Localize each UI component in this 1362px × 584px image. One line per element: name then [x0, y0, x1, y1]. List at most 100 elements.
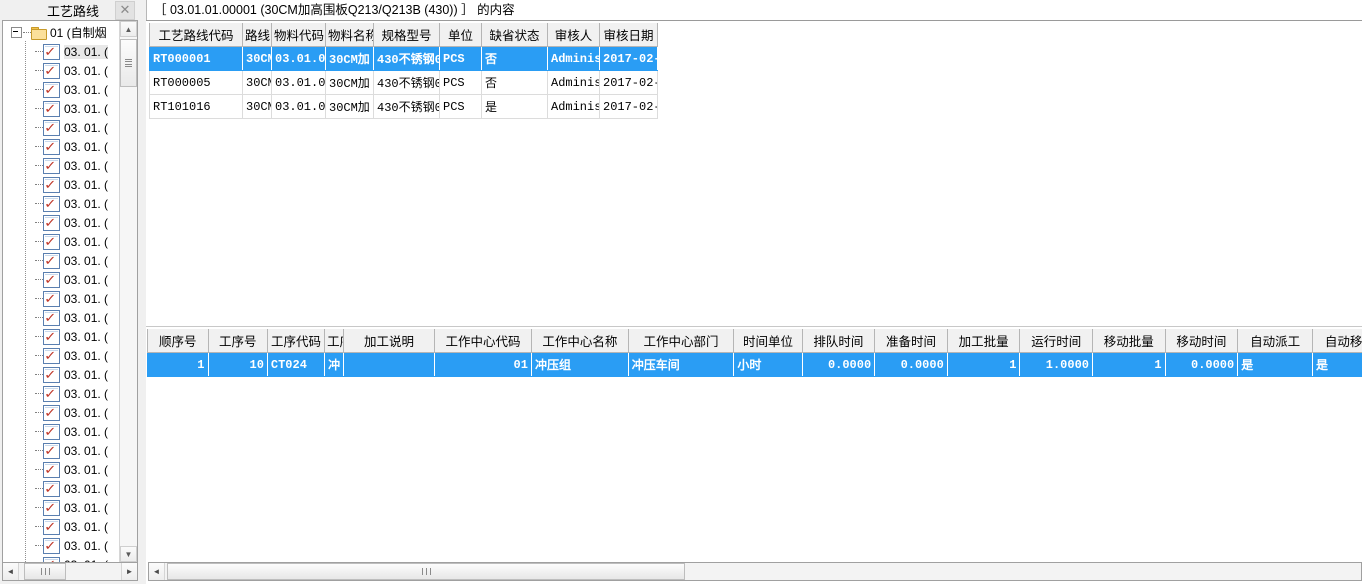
column-header[interactable]: 移动时间	[1164, 329, 1239, 353]
table-cell[interactable]: 冲压组	[530, 352, 629, 377]
scroll-right-arrow-icon[interactable]: ►	[121, 563, 137, 580]
tree-item[interactable]: ✓03. 01. (	[3, 460, 120, 479]
table-cell[interactable]: CT024	[266, 352, 326, 377]
column-header[interactable]: 工序	[324, 329, 344, 353]
tree-item[interactable]: ✓03. 01. (	[3, 327, 120, 346]
expander-collapse-icon[interactable]	[11, 27, 22, 38]
table-cell[interactable]: PCS	[439, 94, 482, 119]
table-cell[interactable]: 03.01.01	[271, 94, 326, 119]
table-cell[interactable]: 430不锈钢0	[373, 46, 440, 71]
tree-item[interactable]: ✓03. 01. (	[3, 365, 120, 384]
table-cell[interactable]: RT101016	[149, 94, 243, 119]
column-header[interactable]: 审核日期	[599, 23, 658, 47]
table-cell[interactable]: 1	[147, 352, 209, 377]
table-cell[interactable]: 03.01.01	[271, 70, 326, 95]
table-cell[interactable]	[342, 352, 436, 377]
column-header[interactable]: 工作中心名称	[530, 329, 629, 353]
tree-item[interactable]: ✓03. 01. (	[3, 289, 120, 308]
column-header[interactable]: 路线	[242, 23, 272, 47]
column-header[interactable]: 物料代码	[271, 23, 326, 47]
column-header[interactable]: 加工批量	[946, 329, 1021, 353]
table-cell[interactable]: 03.01.0	[271, 46, 326, 71]
table-cell[interactable]: 冲	[324, 352, 344, 377]
operations-hscroll-track[interactable]	[685, 563, 1361, 580]
close-icon[interactable]: ✕	[115, 1, 135, 20]
table-cell[interactable]: 1	[946, 352, 1021, 377]
tree-hscroll-track[interactable]	[66, 563, 121, 580]
table-row[interactable]: 1 10 CT024 冲 01 冲压组 冲压车间 小时 0.0000 0.0000 1 1.0000 1…	[147, 352, 1362, 377]
table-cell[interactable]: 小时	[733, 352, 803, 377]
column-header[interactable]: 排队时间	[801, 329, 876, 353]
tree-item[interactable]: ✓03. 01. (	[3, 194, 120, 213]
table-row[interactable]: RT00000130CM03.01.030CM加430不锈钢0PCS否Admin…	[149, 46, 658, 71]
scroll-left-arrow-icon[interactable]: ◄	[3, 563, 19, 580]
table-cell[interactable]: 1.0000	[1019, 352, 1093, 377]
tree-item[interactable]: ✓03. 01. (	[3, 384, 120, 403]
column-header[interactable]: 准备时间	[874, 329, 948, 353]
tree-item[interactable]: ✓03. 01. (	[3, 479, 120, 498]
table-cell[interactable]: 否	[481, 70, 548, 95]
table-cell[interactable]: 30CM加	[325, 46, 374, 71]
table-cell[interactable]: PCS	[439, 70, 482, 95]
table-cell[interactable]: 30CM	[242, 94, 272, 119]
tree-item[interactable]: ✓03. 01. (	[3, 99, 120, 118]
tree-item[interactable]: ✓03. 01. (	[3, 42, 120, 61]
tree-hscroll-thumb[interactable]	[24, 563, 66, 580]
operations-hscroll-thumb[interactable]	[167, 563, 685, 580]
column-header[interactable]: 时间单位	[733, 329, 803, 353]
table-row[interactable]: RT10101630CM03.01.0130CM加430不锈钢0.PCS是Adm…	[149, 94, 658, 119]
table-cell[interactable]: 30CM	[242, 46, 272, 71]
table-cell[interactable]: RT000005	[149, 70, 243, 95]
tree-item[interactable]: ✓03. 01. (	[3, 80, 120, 99]
table-cell[interactable]: 是	[1237, 352, 1314, 377]
column-header[interactable]: 工序号	[207, 329, 268, 353]
table-cell[interactable]: 0.0000	[801, 352, 876, 377]
tree-item[interactable]: ✓03. 01. (	[3, 270, 120, 289]
table-cell[interactable]: 30CM	[242, 70, 272, 95]
scroll-up-arrow-icon[interactable]: ▲	[120, 21, 137, 37]
tree-item[interactable]: ✓03. 01. (	[3, 555, 120, 562]
column-header[interactable]: 审核人	[547, 23, 600, 47]
routing-header-grid[interactable]: 工艺路线代码 路线 物料代码 物料名称 规格型号 单位 缺省状态 审核人 审核日期 RT0000…	[149, 23, 658, 119]
tree-item[interactable]: ✓03. 01. (	[3, 175, 120, 194]
table-cell[interactable]: RT000001	[149, 46, 243, 71]
table-cell[interactable]: 是	[1312, 352, 1362, 377]
table-cell[interactable]: Administr	[547, 94, 600, 119]
tree-root-node[interactable]: 01 (自制烟	[3, 23, 120, 42]
tree-item[interactable]: ✓03. 01. (	[3, 441, 120, 460]
table-row[interactable]: RT00000530CM03.01.0130CM加430不锈钢0.PCS否Adm…	[149, 70, 658, 95]
tree-item[interactable]: ✓03. 01. (	[3, 422, 120, 441]
tree-item[interactable]: ✓03. 01. (	[3, 517, 120, 536]
table-cell[interactable]: 是	[481, 94, 548, 119]
column-header[interactable]: 物料名称	[325, 23, 374, 47]
column-header[interactable]: 移动批量	[1092, 329, 1166, 353]
routing-operations-grid[interactable]: 顺序号工序号工序代码工序加工说明工作中心代码工作中心名称工作中心部门时间单位排队…	[147, 329, 1362, 377]
table-cell[interactable]: 1	[1092, 352, 1166, 377]
column-header[interactable]: 单位	[439, 23, 482, 47]
table-cell[interactable]: 2017-02-14	[599, 94, 658, 119]
tree-item[interactable]: ✓03. 01. (	[3, 213, 120, 232]
table-cell[interactable]: 2017-02-14	[599, 46, 658, 71]
operations-horizontal-scrollbar[interactable]: ◄	[148, 562, 1362, 581]
scroll-down-arrow-icon[interactable]: ▼	[120, 546, 137, 562]
column-header[interactable]: 顺序号	[147, 329, 209, 353]
table-cell[interactable]: PCS	[439, 46, 482, 71]
table-cell[interactable]: 0.0000	[874, 352, 948, 377]
table-cell[interactable]: 2017-02-14	[599, 70, 658, 95]
tree-item[interactable]: ✓03. 01. (	[3, 308, 120, 327]
tree-item[interactable]: ✓03. 01. (	[3, 536, 120, 555]
tree-horizontal-scrollbar[interactable]: ◄ ►	[2, 562, 138, 581]
table-cell[interactable]: Administr	[547, 70, 600, 95]
tree-item[interactable]: ✓03. 01. (	[3, 232, 120, 251]
column-header[interactable]: 缺省状态	[481, 23, 548, 47]
tree-item[interactable]: ✓03. 01. (	[3, 403, 120, 422]
table-cell[interactable]: 10	[207, 352, 268, 377]
column-header[interactable]: 自动派工	[1237, 329, 1314, 353]
column-header[interactable]: 自动移转	[1312, 329, 1362, 353]
table-cell[interactable]: 0.0000	[1164, 352, 1239, 377]
tree-item[interactable]: ✓03. 01. (	[3, 137, 120, 156]
table-cell[interactable]: 430不锈钢0.	[373, 70, 440, 95]
table-cell[interactable]: 30CM加	[325, 94, 374, 119]
tab-routing-title[interactable]: 工艺路线	[41, 1, 99, 20]
column-header[interactable]: 加工说明	[342, 329, 436, 353]
